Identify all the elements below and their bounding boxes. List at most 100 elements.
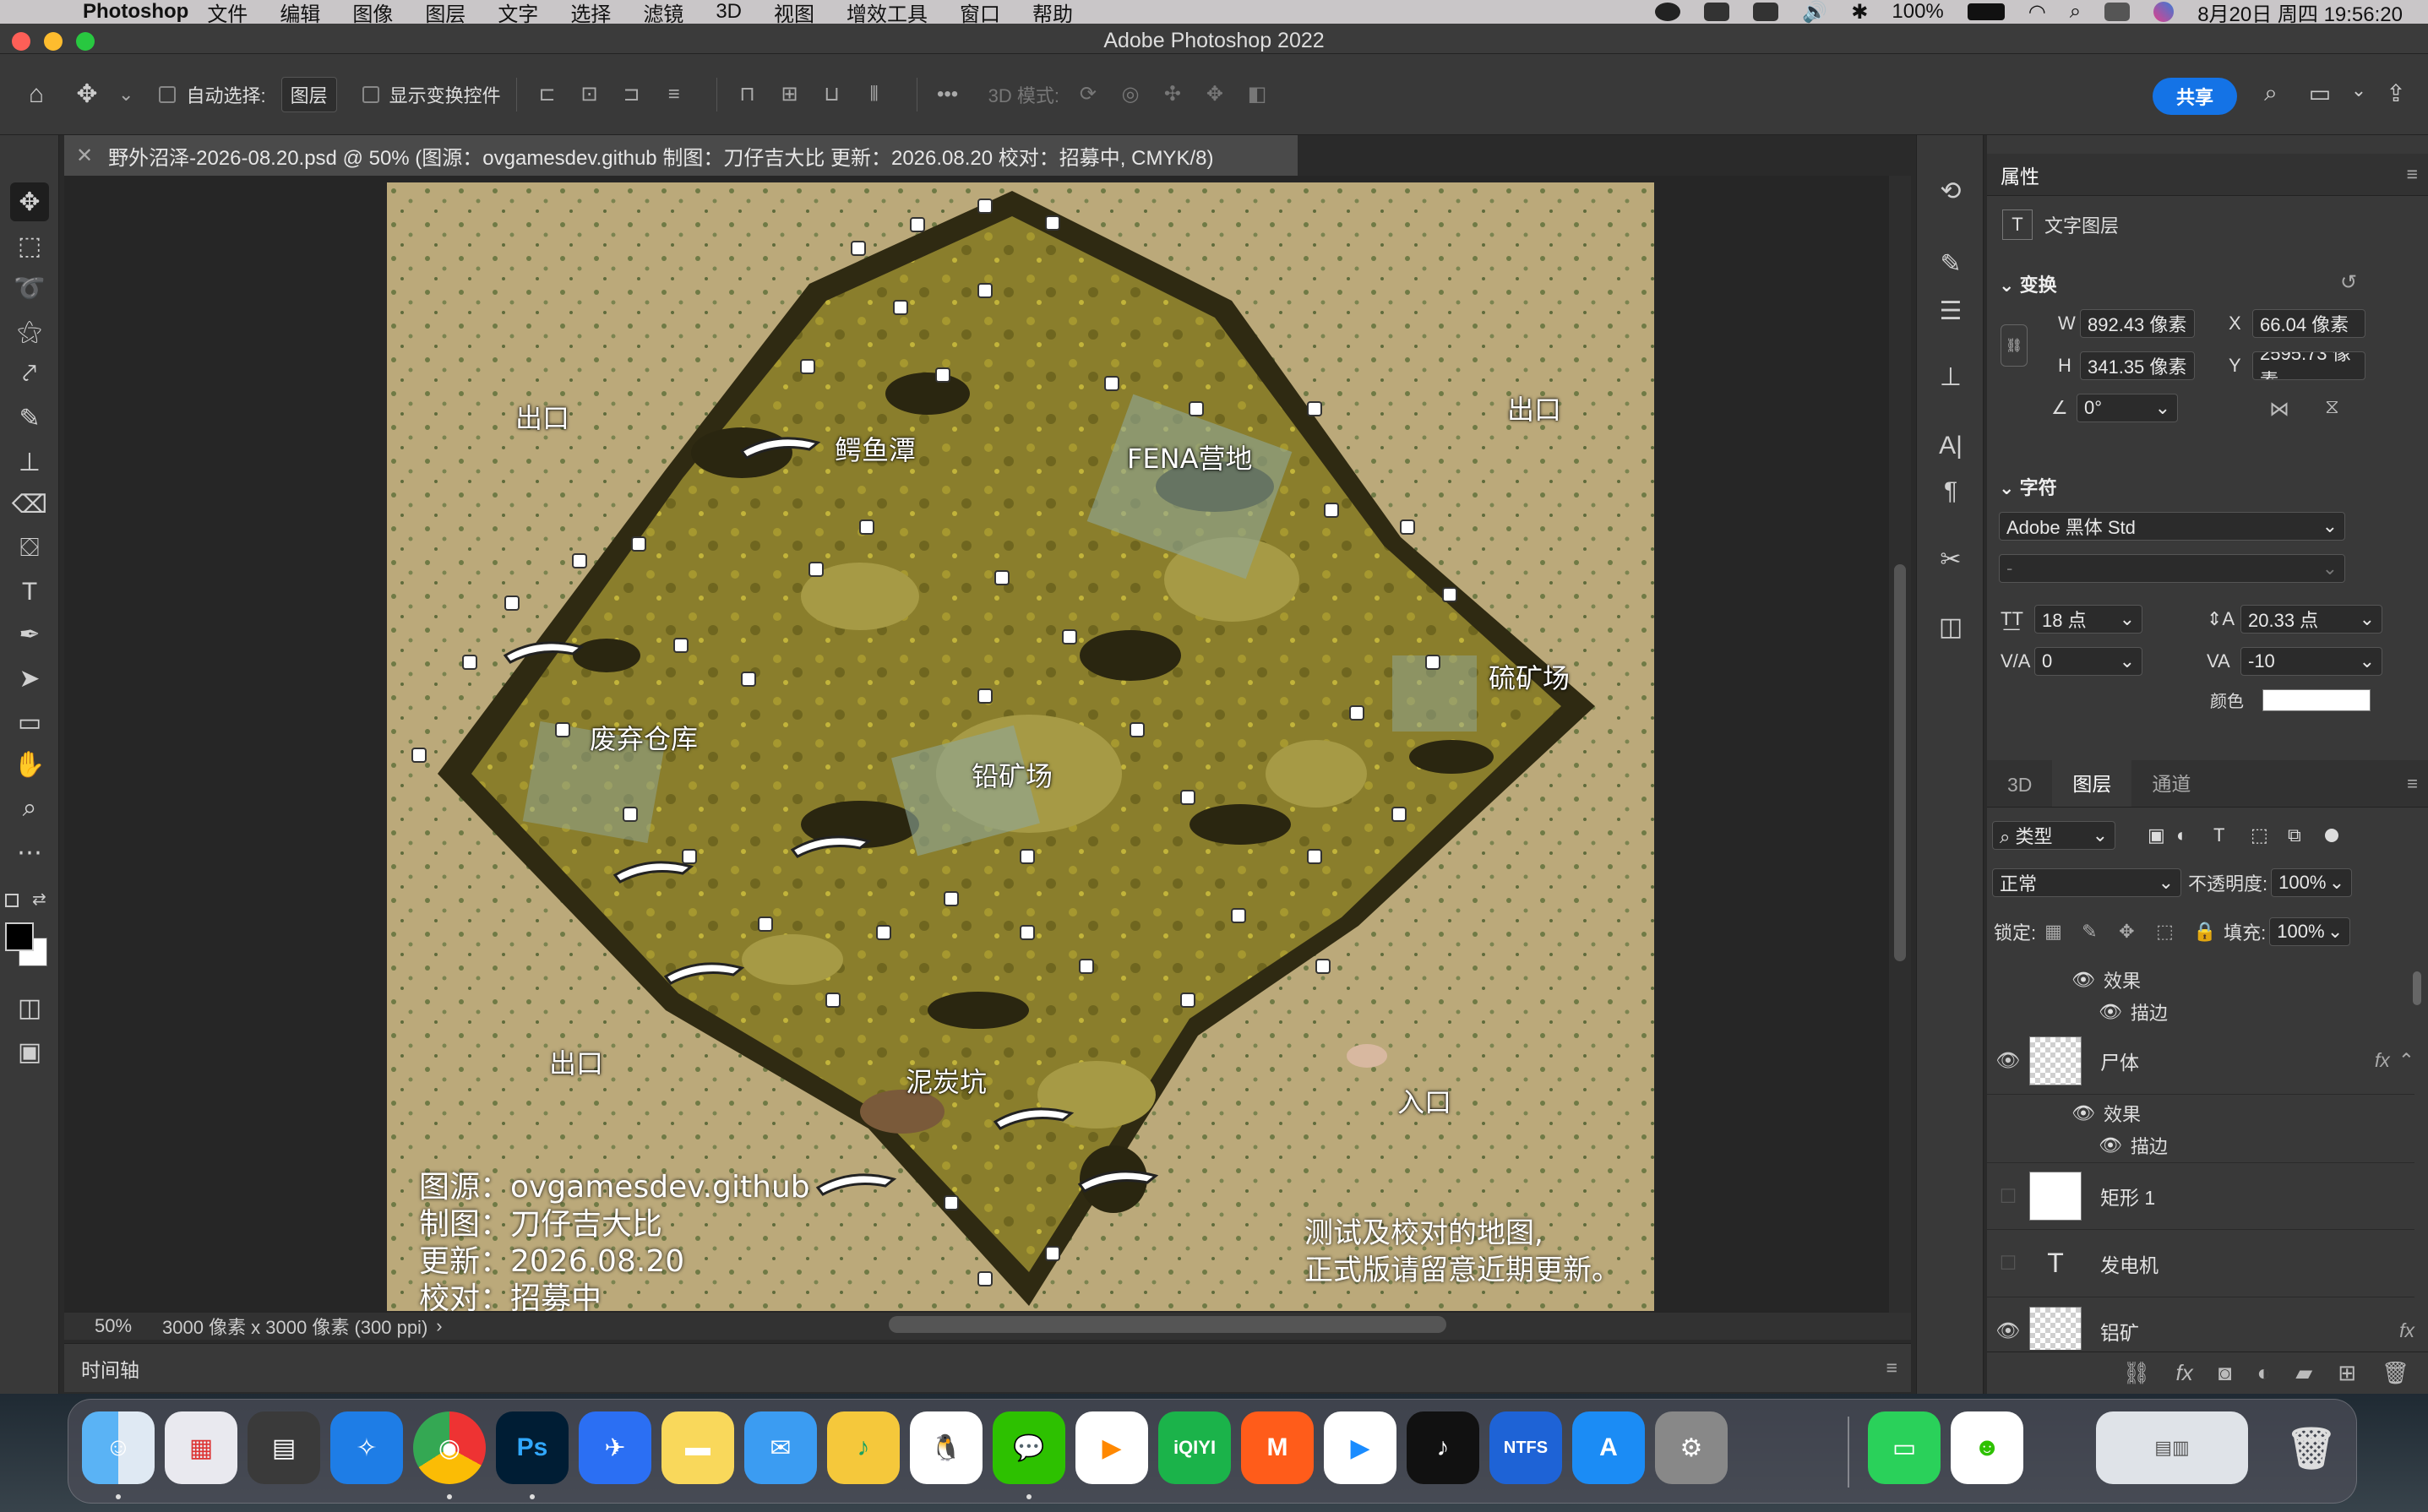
eye-icon[interactable]: 👁 bbox=[2071, 969, 2095, 991]
filter-smart-object-icon[interactable]: ⧉ bbox=[2288, 824, 2325, 846]
calculator-icon[interactable]: ▤ bbox=[248, 1411, 320, 1484]
height-field[interactable]: 341.35 像素 bbox=[2080, 351, 2195, 380]
notes-icon[interactable]: ▬ bbox=[661, 1411, 734, 1484]
menu-3d[interactable]: 3D bbox=[716, 0, 742, 24]
align-top-icon[interactable]: ⊓ bbox=[732, 79, 763, 110]
filter-type-icon[interactable]: T bbox=[2213, 824, 2251, 846]
qqmusic-icon[interactable]: ♪ bbox=[827, 1411, 900, 1484]
menu-edit[interactable]: 编辑 bbox=[280, 0, 320, 27]
menu-image[interactable]: 图像 bbox=[352, 0, 393, 27]
menu-filter[interactable]: 滤镜 bbox=[643, 0, 683, 27]
layer-name[interactable]: 发电机 bbox=[2100, 1249, 2159, 1278]
screen-mode-icon[interactable]: ▣ bbox=[10, 1032, 49, 1071]
font-family-dropdown[interactable]: Adobe 黑体 Std ⌄ bbox=[1999, 512, 2345, 541]
messages-icon[interactable]: ▭ bbox=[1868, 1411, 1941, 1484]
filter-pixel-icon[interactable]: ▣ bbox=[2148, 824, 2176, 846]
3d-slide-icon[interactable]: ✥ bbox=[1200, 79, 1230, 110]
3d-orbit-icon[interactable]: ⟳ bbox=[1073, 79, 1103, 110]
lock-position-icon[interactable]: ✥ bbox=[2119, 921, 2156, 943]
menu-view[interactable]: 视图 bbox=[774, 0, 814, 27]
iqiyi-icon[interactable]: iQIYI bbox=[1158, 1411, 1231, 1484]
swap-colors-icon[interactable]: ⇄ bbox=[32, 889, 46, 910]
filter-toggle-icon[interactable] bbox=[2325, 829, 2338, 842]
adjustments-icon[interactable]: ☰ bbox=[1930, 291, 1971, 331]
tab-channels[interactable]: 通道 bbox=[2131, 768, 2211, 807]
x-field[interactable]: 66.04 像素 bbox=[2252, 309, 2365, 338]
layer-row[interactable]: 👁 铝矿 fx bbox=[1987, 1297, 2414, 1350]
y-field[interactable]: 2595.73 像素 bbox=[2252, 351, 2365, 380]
character-section[interactable]: ⌄ 字符 bbox=[1999, 473, 2057, 500]
wechat-status-icon[interactable] bbox=[1655, 3, 1681, 21]
notification-icon[interactable] bbox=[1704, 3, 1730, 21]
tab-layers[interactable]: 图层 bbox=[2052, 756, 2132, 807]
flip-vertical-icon[interactable]: ⧖ bbox=[2325, 395, 2339, 419]
siri-icon[interactable] bbox=[2153, 2, 2175, 22]
mail-icon[interactable]: ✉ bbox=[744, 1411, 817, 1484]
lark-icon[interactable]: ✈ bbox=[579, 1411, 651, 1484]
type-tool-icon[interactable]: T bbox=[10, 573, 49, 612]
launchpad-icon[interactable]: ▦ bbox=[165, 1411, 237, 1484]
kerning-field[interactable]: 0 ⌄ bbox=[2034, 647, 2142, 676]
link-dimensions-icon[interactable]: ⛓ bbox=[2001, 324, 2028, 367]
lasso-tool-icon[interactable]: ➰ bbox=[10, 269, 49, 307]
text-color-swatch[interactable] bbox=[2262, 688, 2371, 711]
marquee-tool-icon[interactable]: ⬚ bbox=[10, 226, 49, 265]
fx-icon[interactable]: fx bbox=[2176, 1360, 2193, 1386]
new-layer-icon[interactable]: ⊞ bbox=[2338, 1360, 2356, 1386]
clone-source-icon[interactable]: ⊥ bbox=[1930, 356, 1971, 397]
control-center-icon[interactable] bbox=[2104, 3, 2131, 21]
chevron-down-icon[interactable]: ⌄ bbox=[1999, 477, 2014, 498]
tab-3d[interactable]: 3D bbox=[1987, 774, 2052, 807]
3d-camera-icon[interactable]: ◧ bbox=[1242, 79, 1272, 110]
layer-name[interactable]: 尸体 bbox=[2100, 1047, 2139, 1075]
app-store-icon[interactable]: A bbox=[1572, 1411, 1645, 1484]
panel-menu-icon[interactable]: ≡ bbox=[1886, 1357, 1897, 1379]
distribute-icon[interactable]: ≡ bbox=[659, 79, 689, 110]
character-panel-icon[interactable]: A| bbox=[1930, 426, 1971, 466]
move-tool-icon[interactable]: ✥ bbox=[10, 182, 49, 221]
fx-icon[interactable]: fx bbox=[2375, 1049, 2390, 1072]
foreground-color-swatch[interactable] bbox=[5, 922, 34, 951]
quick-mask-icon[interactable]: ◫ bbox=[10, 988, 49, 1027]
chevron-down-icon[interactable]: ⌄ bbox=[2344, 79, 2374, 110]
rectangle-tool-icon[interactable]: ▭ bbox=[10, 703, 49, 742]
visibility-toggle-empty[interactable]: ☐ bbox=[1987, 1185, 2029, 1208]
panel-menu-icon[interactable]: ≡ bbox=[2407, 163, 2418, 186]
spotlight-icon[interactable]: ⌕ bbox=[2070, 0, 2081, 24]
infuse-icon[interactable]: ▶ bbox=[1324, 1411, 1396, 1484]
layer-row[interactable]: ☐ T 发电机 bbox=[1987, 1230, 2414, 1297]
align-left-icon[interactable]: ⊏ bbox=[532, 79, 563, 110]
align-vcenter-icon[interactable]: ⊞ bbox=[775, 79, 805, 110]
menu-select[interactable]: 选择 bbox=[570, 0, 611, 27]
workspace-icon[interactable]: ▭ bbox=[2305, 79, 2335, 110]
volume-icon[interactable]: 🔊 bbox=[1802, 0, 1827, 24]
leading-field[interactable]: 20.33 点 ⌄ bbox=[2240, 605, 2382, 634]
layer-stroke-row[interactable]: 👁 描边 bbox=[2099, 1129, 2168, 1162]
zoom-level[interactable]: 50% bbox=[64, 1315, 145, 1337]
layers-scrollbar[interactable] bbox=[2413, 963, 2425, 1350]
lock-artboard-icon[interactable]: ⬚ bbox=[2156, 921, 2193, 943]
path-select-icon[interactable]: ➤ bbox=[10, 659, 49, 698]
default-colors-icon[interactable] bbox=[5, 894, 19, 907]
align-hcenter-icon[interactable]: ⊡ bbox=[574, 79, 605, 110]
clock[interactable]: 8月20日 周四 19:56:20 bbox=[2197, 0, 2403, 27]
adjustment-layer-icon[interactable]: ◐ bbox=[2257, 1360, 2270, 1386]
vertical-scrollbar[interactable] bbox=[1889, 176, 1911, 1313]
auto-select-checkbox[interactable] bbox=[159, 85, 177, 103]
eye-icon[interactable]: 👁 bbox=[1987, 1049, 2029, 1072]
reset-transform-icon[interactable]: ↺ bbox=[2340, 270, 2357, 295]
libraries-icon[interactable]: ◫ bbox=[1930, 606, 1971, 647]
pen-tool-icon[interactable]: ✒ bbox=[10, 615, 49, 654]
battery-icon[interactable] bbox=[1967, 3, 2005, 20]
font-style-dropdown[interactable]: - ⌄ bbox=[1999, 554, 2345, 583]
youku-icon[interactable]: M bbox=[1241, 1411, 1314, 1484]
layer-stroke-row[interactable]: 👁 描边 bbox=[2099, 995, 2168, 1029]
filter-shape-icon[interactable]: ⬚ bbox=[2251, 824, 2288, 846]
layer-effects-row[interactable]: 👁 效果 bbox=[2071, 963, 2141, 997]
menu-app-name[interactable]: Photoshop bbox=[83, 0, 188, 24]
photoshop-icon[interactable]: Ps bbox=[496, 1411, 569, 1484]
eraser-icon[interactable]: ⌫ bbox=[10, 485, 49, 524]
layers-scroll-thumb[interactable] bbox=[2413, 971, 2421, 1005]
tracking-field[interactable]: -10 ⌄ bbox=[2240, 647, 2382, 676]
menu-file[interactable]: 文件 bbox=[207, 0, 248, 27]
